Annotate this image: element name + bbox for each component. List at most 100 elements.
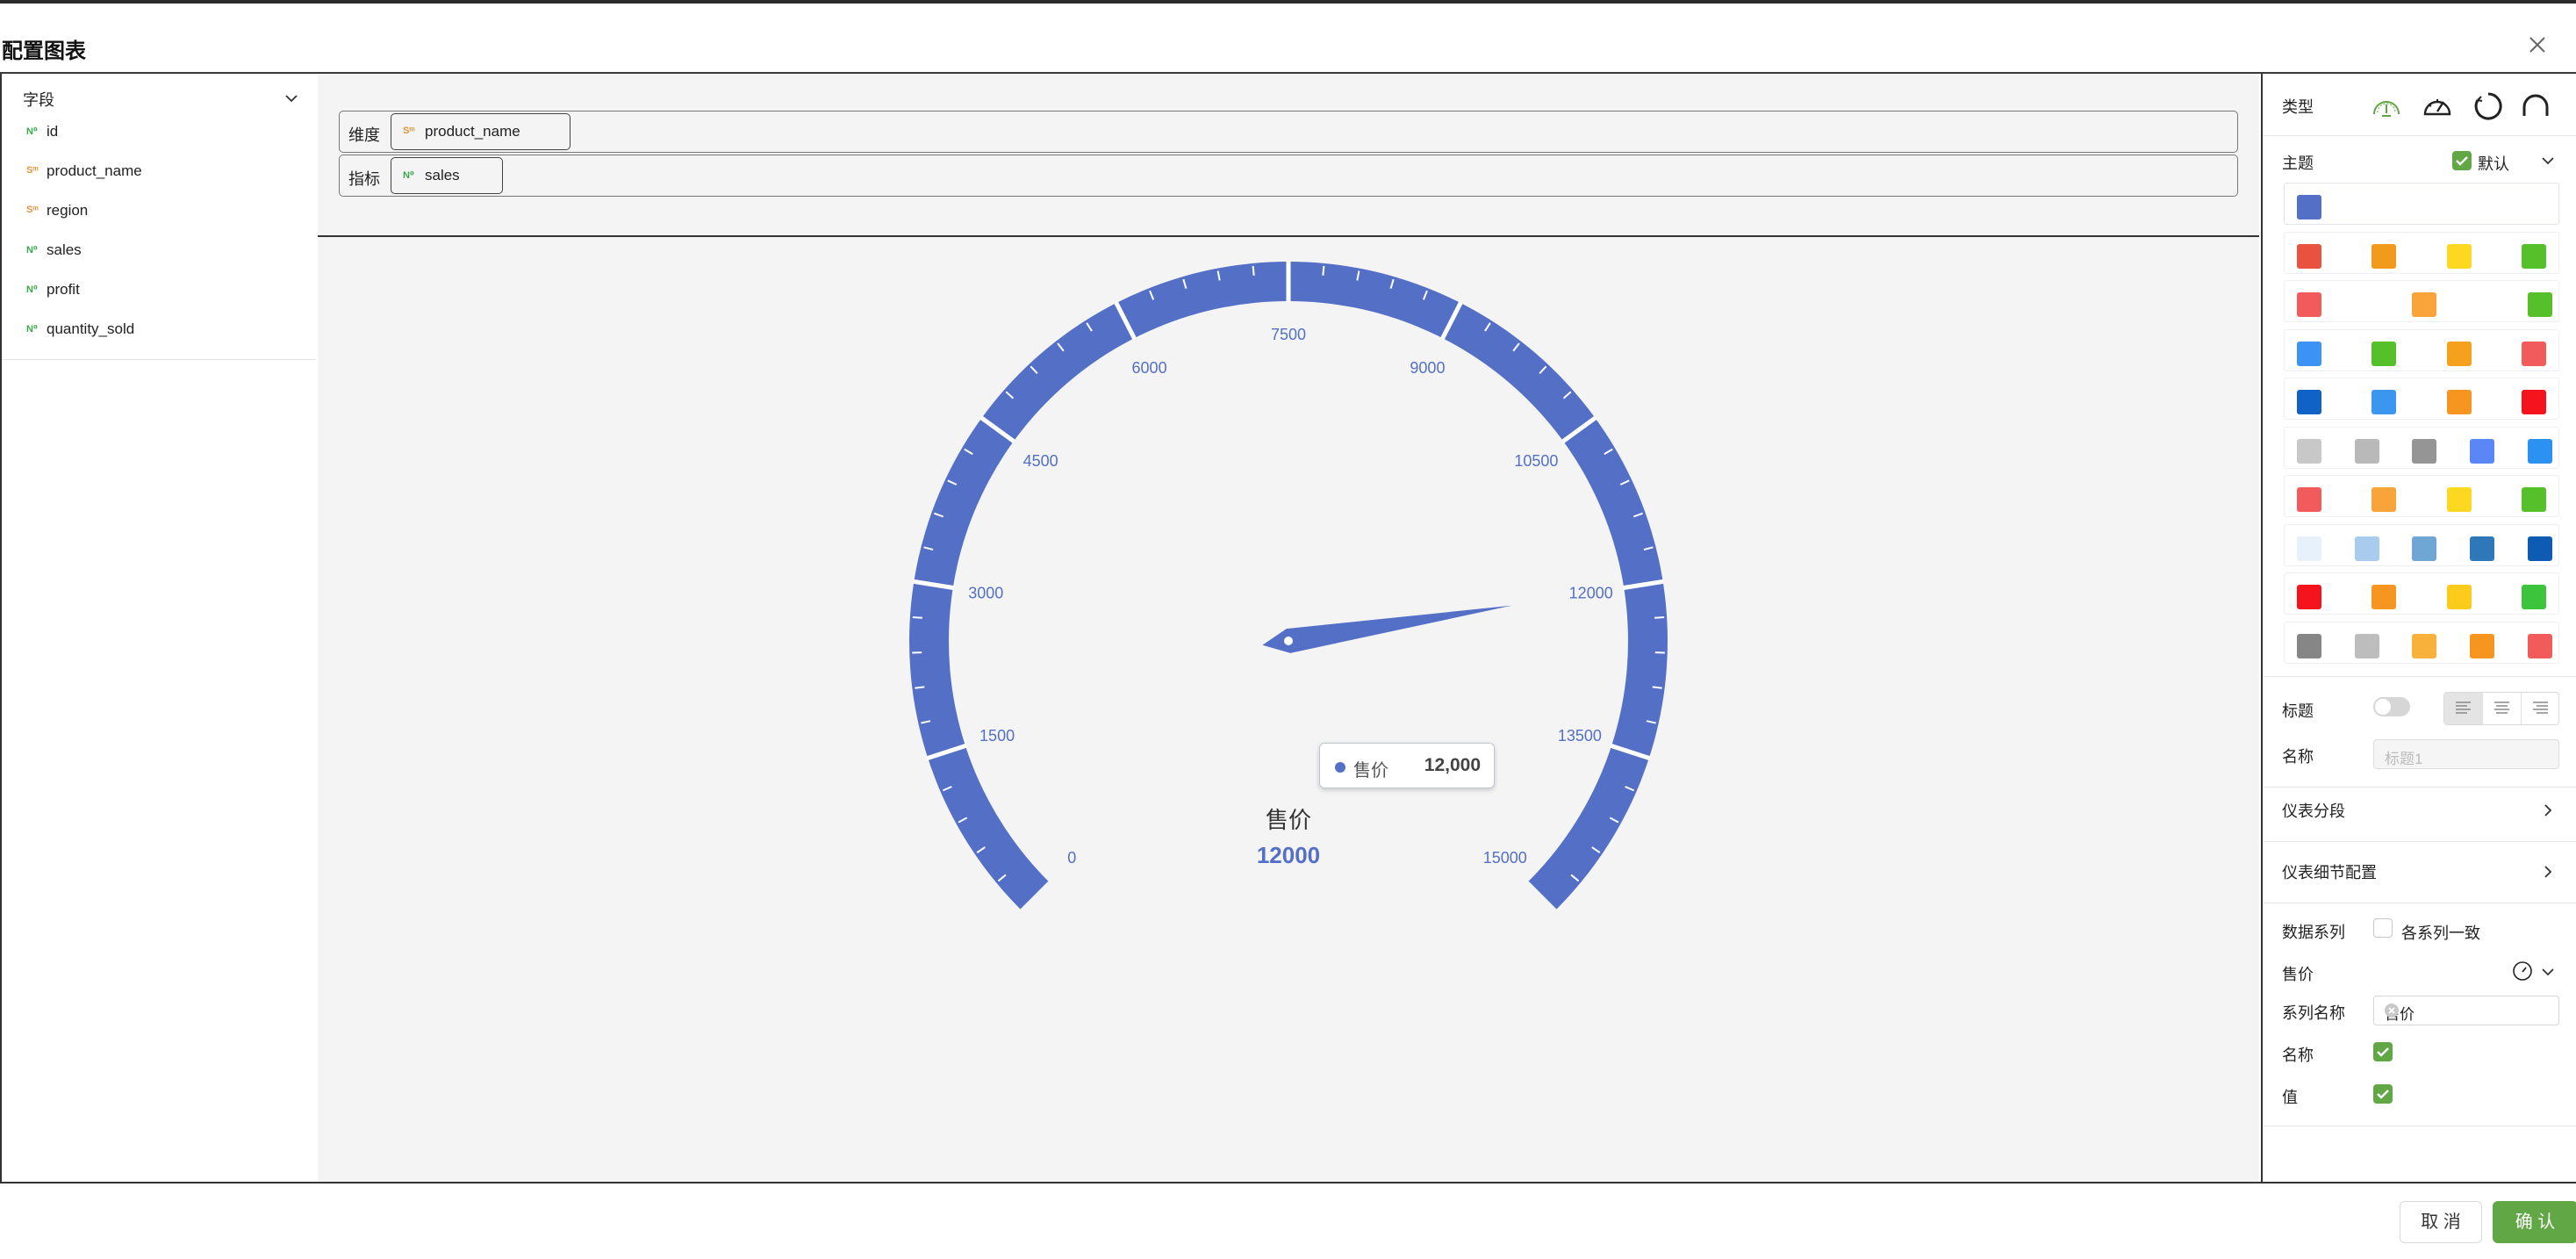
chevron-down-icon[interactable] (2540, 964, 2556, 980)
number-type-icon: N⁰ (26, 126, 38, 137)
gauge-detail-label[interactable]: 仪表细节配置 (2282, 860, 2377, 883)
chevron-right-icon[interactable] (2540, 802, 2556, 818)
color-swatch (2355, 634, 2379, 658)
color-swatch (2371, 487, 2396, 512)
show-name-checkbox[interactable] (2373, 1042, 2393, 1061)
theme-palette-row[interactable] (2284, 572, 2559, 615)
measure-chip[interactable]: N⁰ sales (391, 157, 503, 194)
number-type-icon: N⁰ (26, 284, 38, 295)
color-swatch (2522, 487, 2546, 512)
field-name: profit (47, 281, 80, 299)
color-swatch (2371, 342, 2396, 366)
color-swatch (2297, 585, 2321, 609)
align-center-button[interactable] (2483, 693, 2522, 724)
divider (2263, 841, 2576, 842)
color-swatch (2371, 585, 2396, 609)
field-name: id (47, 123, 58, 140)
theme-palette-row[interactable] (2284, 427, 2559, 469)
divider (2263, 135, 2576, 136)
theme-palette-row[interactable] (2284, 329, 2559, 371)
field-item[interactable]: N⁰ profit (26, 277, 290, 317)
field-item[interactable]: N⁰ id (26, 119, 290, 159)
align-center-icon (2483, 693, 2521, 724)
gauge-tick-label: 1500 (979, 727, 1015, 745)
title-name-input[interactable]: 标题1 (2373, 739, 2559, 769)
color-swatch (2528, 536, 2552, 561)
speedometer-icon[interactable] (2421, 90, 2454, 123)
arc-gauge-icon[interactable] (2519, 90, 2552, 123)
number-type-icon: N⁰ (26, 244, 38, 255)
color-swatch (2297, 439, 2321, 464)
series-name-input[interactable]: 售价 (2373, 996, 2559, 1025)
color-swatch (2355, 536, 2379, 561)
chart-tooltip: 售价 12,000 (1319, 743, 1495, 788)
chevron-right-icon[interactable] (2540, 864, 2556, 880)
color-swatch (2447, 487, 2472, 512)
chart-area: 维度 Sᵐ product_name 指标 N⁰ sales 015003000… (318, 74, 2259, 1182)
series-consistent-checkbox[interactable] (2373, 918, 2393, 938)
align-left-button[interactable] (2444, 693, 2483, 724)
color-swatch (2412, 634, 2436, 658)
field-item[interactable]: N⁰quantity_sold (26, 317, 290, 356)
dialog-footer: 取 消 确 认 (0, 1182, 2576, 1259)
field-item[interactable]: Sᵐ region (26, 198, 290, 238)
color-swatch (2297, 195, 2321, 219)
field-item[interactable]: N⁰sales (26, 238, 290, 277)
clear-icon[interactable] (2385, 1004, 2399, 1018)
align-right-icon (2522, 693, 2559, 724)
theme-palette-row[interactable] (2284, 475, 2559, 517)
color-swatch (2447, 244, 2472, 269)
color-swatch (2447, 585, 2472, 609)
theme-palette-row[interactable] (2284, 280, 2559, 322)
color-swatch (2297, 292, 2321, 317)
measure-label: 指标 (348, 167, 380, 190)
speedometer-icon[interactable] (2512, 960, 2533, 982)
field-item[interactable]: Sᵐproduct_name (26, 159, 290, 198)
gauge-tick-label: 6000 (1132, 359, 1167, 377)
align-right-button[interactable] (2522, 693, 2559, 724)
theme-palette-row[interactable] (2284, 183, 2559, 225)
title-label: 标题 (2282, 699, 2314, 722)
dimension-chip[interactable]: Sᵐ product_name (391, 113, 570, 150)
gauge-tick-label: 13500 (1558, 727, 1602, 745)
confirm-button[interactable]: 确 认 (2493, 1201, 2576, 1243)
color-swatch (2447, 390, 2472, 414)
dimension-slot[interactable]: 维度 Sᵐ product_name (339, 111, 2238, 153)
gauge-green-icon[interactable] (2370, 90, 2403, 123)
name-label: 名称 (2282, 745, 2314, 767)
gauge-segment-label[interactable]: 仪表分段 (2282, 799, 2345, 822)
color-swatch (2470, 634, 2494, 658)
color-swatch (2297, 390, 2321, 414)
color-swatch (2371, 390, 2396, 414)
color-swatch (2528, 439, 2552, 464)
chevron-down-icon[interactable] (283, 90, 300, 107)
show-name-label: 名称 (2282, 1043, 2314, 1066)
cancel-button[interactable]: 取 消 (2400, 1201, 2482, 1243)
fields-header[interactable]: 字段 (23, 86, 300, 112)
theme-default-checkbox[interactable] (2452, 151, 2472, 170)
gauge-tick-label: 9000 (1410, 359, 1445, 377)
color-swatch (2522, 390, 2546, 414)
field-name: region (47, 202, 88, 219)
color-swatch (2470, 439, 2494, 464)
chevron-down-icon[interactable] (2540, 153, 2556, 169)
theme-palette-row[interactable] (2284, 524, 2559, 566)
measure-slot[interactable]: 指标 N⁰ sales (339, 155, 2238, 197)
dimension-chip-name: product_name (425, 123, 520, 140)
settings-panel: 类型 主题 默认 标题 名称 (2261, 74, 2576, 1182)
theme-palette-row[interactable] (2284, 378, 2559, 420)
string-type-icon: Sᵐ (26, 205, 39, 215)
theme-palette-row[interactable] (2284, 622, 2559, 664)
gauge-value: 12000 (1257, 842, 1320, 868)
show-value-checkbox[interactable] (2373, 1084, 2393, 1104)
color-swatch (2522, 342, 2546, 366)
series-name-label: 系列名称 (2282, 1001, 2345, 1024)
theme-palette-row[interactable] (2284, 232, 2559, 274)
close-icon[interactable] (2521, 28, 2554, 61)
ring-progress-icon[interactable] (2472, 90, 2505, 123)
gauge-tick-label: 7500 (1271, 326, 1306, 343)
series-consistent-label: 各系列一致 (2401, 921, 2480, 944)
divider (2263, 676, 2576, 677)
string-type-icon: Sᵐ (26, 165, 39, 176)
title-toggle[interactable] (2373, 697, 2410, 716)
